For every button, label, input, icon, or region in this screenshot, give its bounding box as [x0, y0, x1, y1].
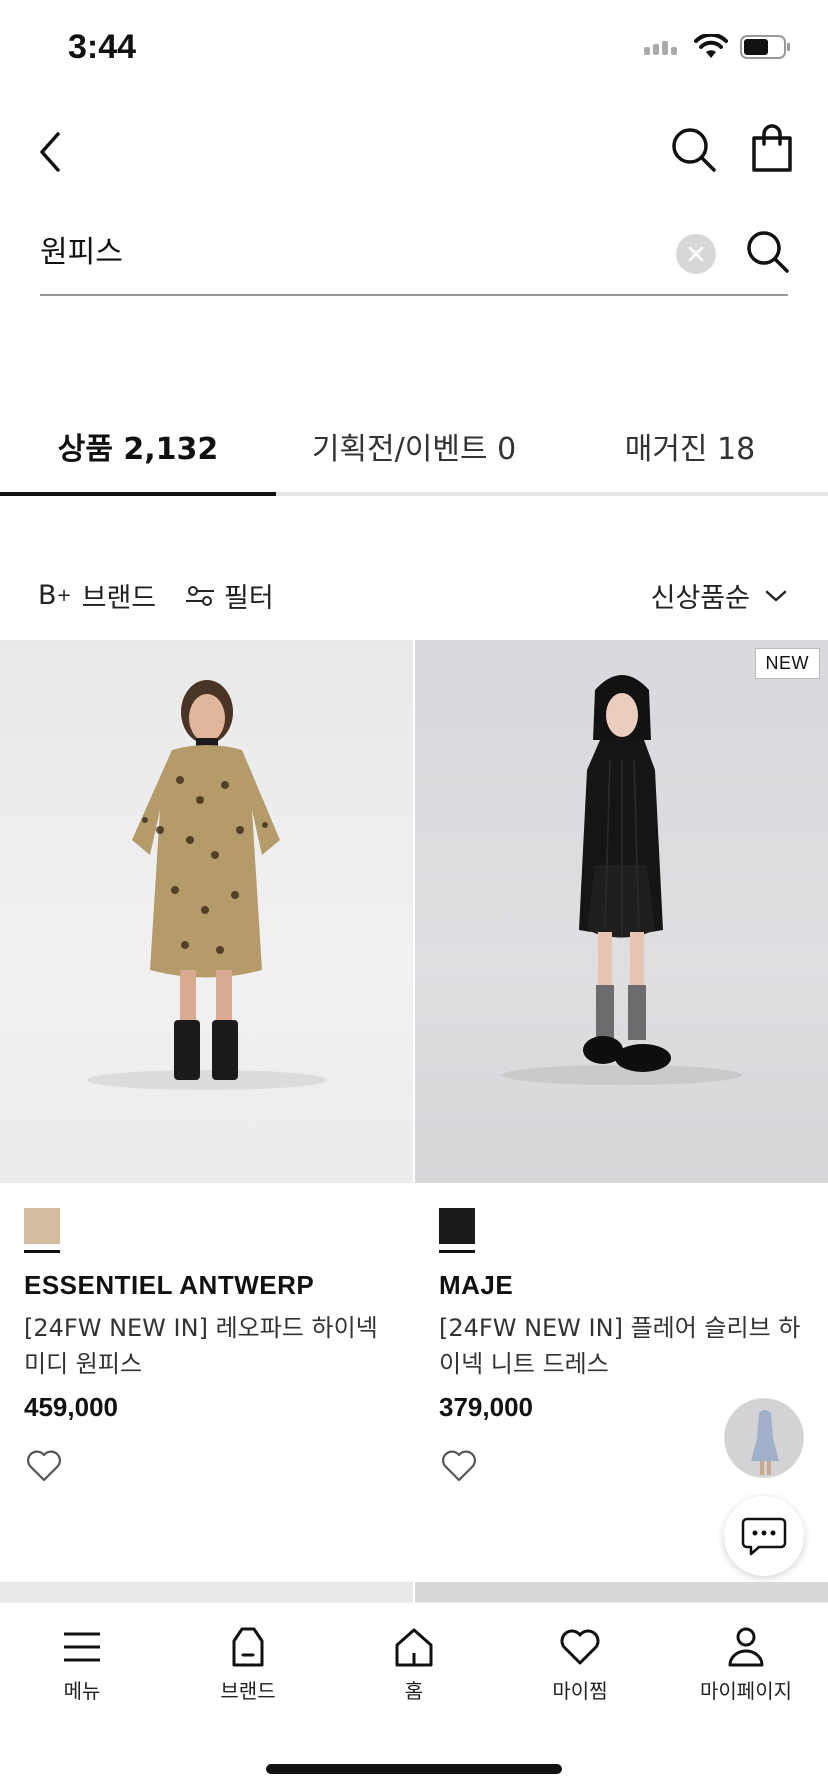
swatch-selected-indicator: [24, 1250, 60, 1253]
product-price: 459,000: [24, 1392, 118, 1422]
clear-search-button[interactable]: [676, 234, 716, 274]
heart-outline-icon: [27, 1450, 61, 1482]
product-title[interactable]: [24FW NEW IN] 플레어 슬리브 하이넥 니트 드레스: [439, 1310, 809, 1382]
product-brand: ESSENTIEL ANTWERP: [24, 1270, 315, 1300]
header: [0, 110, 828, 190]
swatch-selected-indicator: [439, 1250, 475, 1253]
tab-magazine[interactable]: 매거진 18: [552, 400, 828, 492]
product-image[interactable]: NEW: [415, 640, 828, 1183]
home-icon: [395, 1628, 433, 1667]
filter-button[interactable]: 필터: [184, 576, 274, 615]
status-icons: [642, 34, 792, 60]
home-indicator: [266, 1764, 562, 1774]
search-submit-button[interactable]: [740, 224, 796, 280]
chevron-down-icon: [765, 590, 787, 601]
brand-bag-icon: [232, 1627, 264, 1667]
color-swatch[interactable]: [24, 1208, 60, 1244]
product-card[interactable]: NEW MAJE [24FW NEW IN] 플레어 슬리브 하이넥 니트 드레…: [415, 640, 828, 1482]
cellular-signal-icon: [644, 41, 677, 55]
shopping-bag-button[interactable]: [742, 120, 802, 180]
sort-dropdown[interactable]: 신상품순: [651, 576, 788, 615]
nav-label: 브랜드: [220, 1679, 276, 1703]
search-icon: [672, 128, 716, 172]
shopping-bag-icon: [752, 124, 792, 172]
product-price: 379,000: [439, 1392, 533, 1422]
tab-events[interactable]: 기획전/이벤트 0: [276, 400, 552, 492]
nav-brand[interactable]: 브랜드: [178, 1625, 318, 1704]
product-brand: MAJE: [439, 1270, 514, 1300]
person-icon: [728, 1627, 764, 1667]
next-product-image: [0, 1582, 413, 1602]
nav-label: 메뉴: [63, 1679, 101, 1703]
back-button[interactable]: [30, 122, 90, 182]
wifi-icon: [694, 34, 728, 58]
recently-viewed-thumbnail: [725, 1399, 803, 1477]
product-photo-black-knit-dress: [502, 675, 742, 1085]
filter-row: B + 브랜드 필터 신상품순: [0, 570, 828, 620]
chat-bubble-icon: [741, 1517, 787, 1556]
nav-home[interactable]: 홈: [344, 1625, 484, 1704]
recently-viewed-button[interactable]: [724, 1398, 804, 1478]
next-product-image: [415, 1582, 828, 1602]
nav-wishlist[interactable]: 마이찜: [510, 1625, 650, 1704]
chevron-left-icon: [40, 132, 60, 172]
product-card[interactable]: ESSENTIEL ANTWERP [24FW NEW IN] 레오파드 하이넥…: [0, 640, 413, 1482]
heart-icon: [560, 1629, 600, 1665]
chat-button[interactable]: [724, 1496, 804, 1576]
heart-outline-icon: [442, 1450, 476, 1482]
nav-menu[interactable]: 메뉴: [12, 1625, 152, 1704]
search-bar: [40, 214, 789, 296]
status-time: 3:44: [68, 28, 137, 66]
search-input[interactable]: [40, 224, 660, 274]
menu-icon: [64, 1632, 100, 1662]
sort-label: 신상품순: [650, 583, 750, 614]
new-badge: NEW: [754, 648, 820, 679]
search-icon: [747, 231, 789, 273]
filter-label: 필터: [224, 583, 274, 614]
brand-filter-button[interactable]: B + 브랜드: [38, 576, 156, 615]
brand-filter-prefix: B: [38, 580, 57, 611]
product-image[interactable]: [0, 640, 413, 1183]
battery-icon: [740, 35, 790, 59]
sliders-icon: [186, 585, 214, 606]
nav-mypage[interactable]: 마이페이지: [676, 1625, 816, 1704]
color-swatch[interactable]: [439, 1208, 475, 1244]
tab-products[interactable]: 상품 2,132: [0, 400, 276, 496]
close-icon: [688, 246, 704, 262]
header-search-button[interactable]: [664, 120, 724, 180]
nav-label: 마이찜: [552, 1679, 608, 1703]
status-bar: 3:44: [0, 0, 828, 100]
wishlist-button[interactable]: [439, 1446, 479, 1486]
result-tabs: 상품 2,132 기획전/이벤트 0 매거진 18: [0, 400, 828, 496]
nav-label: 마이페이지: [700, 1679, 792, 1703]
wishlist-button[interactable]: [24, 1446, 64, 1486]
brand-filter-plus: +: [56, 585, 72, 606]
brand-filter-label: 브랜드: [81, 583, 157, 614]
nav-label: 홈: [404, 1679, 424, 1703]
product-title[interactable]: [24FW NEW IN] 레오파드 하이넥 미디 원피스: [24, 1310, 394, 1382]
product-photo-leopard-dress: [87, 680, 327, 1090]
